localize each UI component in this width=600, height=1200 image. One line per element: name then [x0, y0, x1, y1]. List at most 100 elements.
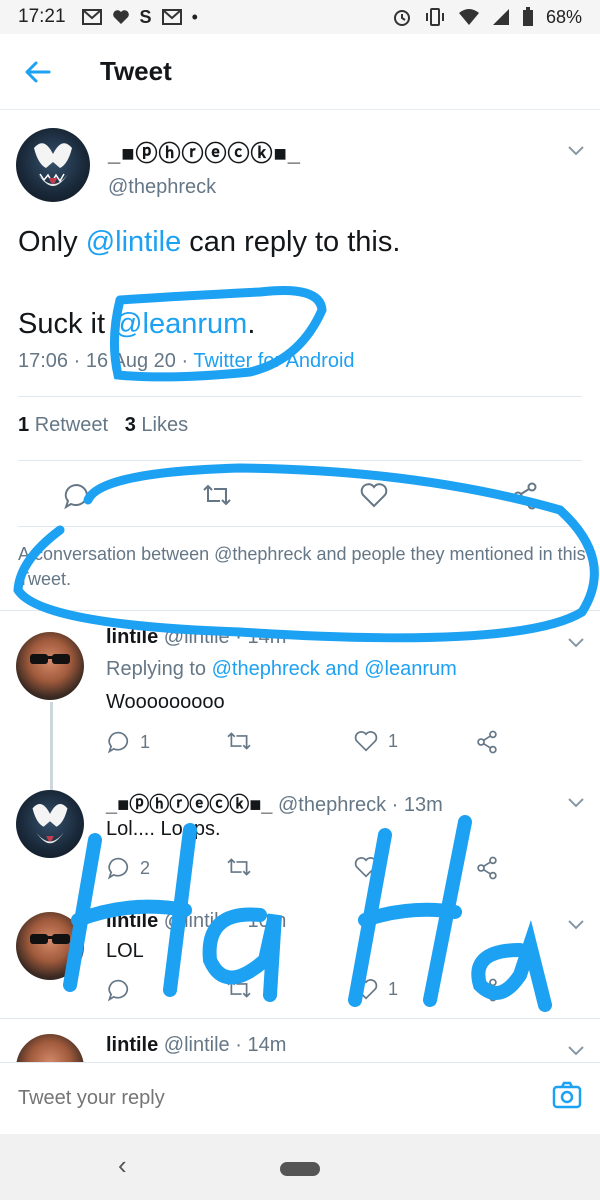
reply-author-name[interactable]: lintile [106, 910, 158, 932]
like-count: 1 [388, 730, 399, 751]
retweet-button[interactable] [226, 730, 252, 752]
lintile-avatar-image [30, 654, 70, 664]
likes-stat[interactable]: 3 Likes [125, 414, 188, 436]
retweets-stat[interactable]: 1 Retweet [18, 414, 108, 436]
reply-header: lintile @lintile · 14m [106, 626, 286, 649]
retweet-button[interactable] [226, 978, 252, 1000]
tweet-stats: 1 Retweet 3 Likes [18, 414, 188, 437]
avatar[interactable] [16, 790, 84, 858]
like-button[interactable] [360, 482, 388, 508]
page-title: Tweet [100, 56, 172, 86]
handle: @thephreck [108, 176, 217, 198]
reply-count: 1 [140, 731, 151, 752]
reply-text: Lol.... Loops. [106, 818, 221, 840]
retweet-button[interactable] [202, 482, 232, 508]
chevron-down-icon[interactable] [568, 1040, 584, 1061]
tweet-actions [0, 470, 600, 526]
avatar[interactable] [16, 1034, 84, 1062]
timestamp: 17:06 · 16 Aug 20 · [18, 350, 194, 372]
camera-button[interactable] [552, 1081, 582, 1114]
reply-tweet[interactable]: lintile @lintile · 14m [0, 1024, 600, 1062]
like-button[interactable]: 1 [354, 978, 398, 1000]
lintile-avatar-image [30, 934, 70, 944]
reply-icon [107, 731, 129, 754]
reply-button[interactable] [106, 978, 140, 1002]
avatar[interactable] [16, 912, 84, 980]
heart-icon [112, 10, 129, 24]
reply-icon [107, 979, 129, 1002]
avatar[interactable] [16, 128, 90, 202]
mention-link[interactable]: @leanrum [113, 308, 247, 340]
chevron-down-icon[interactable] [568, 140, 584, 161]
nav-home-button[interactable] [280, 1162, 320, 1176]
tweet-text-part: . [247, 308, 256, 340]
divider [18, 460, 582, 461]
mention-link[interactable]: @lintile [86, 226, 182, 258]
share-icon [477, 978, 497, 1002]
reply-button[interactable]: 2 [106, 856, 150, 880]
venom-avatar-image [32, 803, 68, 844]
retweet-icon [227, 732, 251, 750]
reply-text: Wooooooooo [106, 691, 225, 713]
reply-icon [107, 857, 129, 880]
heart-outline-icon [354, 731, 378, 752]
reply-count: 2 [140, 857, 151, 878]
tweet-author[interactable]: _■ⓟⓗⓡⓔⓒⓚ■_ @thephreck [108, 136, 301, 199]
chevron-down-icon[interactable] [568, 632, 584, 653]
like-button[interactable] [354, 856, 388, 878]
chevron-down-icon[interactable] [568, 914, 584, 935]
avatar[interactable] [16, 632, 84, 700]
share-button[interactable] [476, 730, 498, 754]
replying-to: Replying to @thephreck and @leanrum [106, 658, 457, 681]
back-button[interactable] [0, 34, 76, 110]
tweet-text-part: Suck it [18, 308, 114, 340]
reply-meta: @lintile · 10m [158, 910, 287, 932]
share-button[interactable] [476, 978, 498, 1002]
retweet-icon [203, 484, 231, 506]
reply-header: lintile @lintile · 14m [106, 1034, 286, 1057]
reply-input[interactable] [18, 1087, 498, 1110]
gmail-icon [161, 9, 182, 25]
retweet-count: 1 [18, 414, 30, 436]
replying-mentions[interactable]: @thephreck and @leanrum [212, 658, 457, 680]
share-icon [477, 856, 497, 880]
reply-icon [64, 483, 88, 510]
retweet-icon [227, 858, 251, 876]
reply-author-name[interactable]: lintile [106, 626, 158, 648]
replying-label: Replying to [106, 658, 212, 680]
vibrate-icon [425, 8, 444, 26]
reply-button[interactable]: 1 [106, 730, 150, 754]
share-button[interactable] [476, 856, 498, 880]
top-app-bar: Tweet [0, 34, 600, 110]
status-bar: 17:21 S • 68% [0, 0, 600, 34]
like-button[interactable]: 1 [354, 730, 398, 752]
conversation-note: A conversation between @thephreck and pe… [18, 544, 586, 589]
venom-avatar-image [34, 143, 72, 186]
nav-back-button[interactable]: ‹ [118, 1150, 127, 1181]
source-link[interactable]: Twitter for Android [193, 350, 354, 372]
retweet-label: Retweet [34, 414, 109, 436]
reply-meta: @lintile · 14m [158, 1034, 287, 1056]
reply-author-name[interactable]: _■ⓟⓗⓡⓔⓒⓚ■_ [106, 794, 272, 816]
retweet-button[interactable] [226, 856, 252, 878]
tweet-text: Only @lintile can reply to this. Suck it… [18, 222, 400, 344]
reply-button[interactable] [62, 482, 90, 510]
heart-outline-icon [360, 483, 388, 508]
divider [0, 1018, 600, 1019]
notification-icons: S • [81, 7, 198, 27]
dot-icon: • [191, 7, 198, 27]
heart-outline-icon [354, 857, 378, 878]
tweet-text-part: Only [18, 226, 86, 258]
chevron-down-icon[interactable] [568, 792, 584, 813]
reply-composer [0, 1062, 600, 1134]
system-icons: 68% [392, 7, 582, 28]
divider [18, 526, 582, 527]
reply-author-name[interactable]: lintile [106, 1034, 158, 1056]
heart-outline-icon [354, 979, 378, 1000]
divider [0, 610, 600, 611]
share-button[interactable] [512, 482, 538, 510]
battery-icon [522, 7, 533, 26]
system-nav-bar: ‹ [0, 1134, 600, 1200]
s-icon: S [139, 7, 152, 27]
like-count: 3 [124, 414, 136, 436]
